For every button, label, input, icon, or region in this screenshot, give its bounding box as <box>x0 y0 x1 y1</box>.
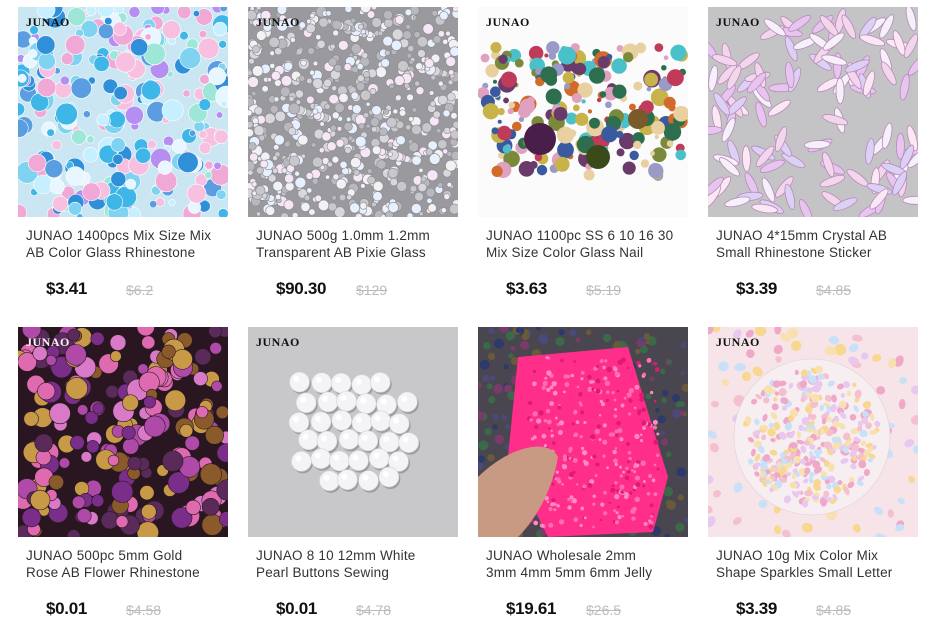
product-grid: JUNAO JUNAO 1400pcs Mix Size Mix AB Colo… <box>0 0 944 642</box>
original-price: $129 <box>356 282 388 298</box>
color-glass-rhinestone-image <box>478 7 688 217</box>
product-image[interactable] <box>478 327 688 537</box>
product-image[interactable]: JUNAO <box>478 7 688 217</box>
original-price: $4.85 <box>816 602 852 618</box>
product-title[interactable]: JUNAO 10g Mix Color Mix Shape Sparkles S… <box>716 547 916 581</box>
sale-price: $0.01 <box>276 599 318 618</box>
sale-price: $19.61 <box>506 599 557 618</box>
brand-logo: JUNAO <box>716 15 760 29</box>
brand-logo: JUNAO <box>486 15 530 29</box>
original-price: $4.58 <box>126 602 162 618</box>
product-card[interactable]: JUNAO JUNAO 500pc 5mm Gold Rose AB Flowe… <box>18 327 228 627</box>
original-price: $5.19 <box>586 282 622 298</box>
sparkles-letter-image <box>708 327 918 537</box>
product-title[interactable]: JUNAO 500g 1.0mm 1.2mm Transparent AB Pi… <box>256 227 456 261</box>
product-image[interactable]: JUNAO <box>708 327 918 537</box>
rhinestone-mix-image <box>18 7 228 217</box>
brand-logo: JUNAO <box>256 335 300 349</box>
pixie-glass-image <box>248 7 458 217</box>
flower-rhinestone-image <box>18 327 228 537</box>
pearl-buttons-image <box>248 327 458 537</box>
original-price: $26.5 <box>586 602 622 618</box>
product-title[interactable]: JUNAO 500pc 5mm Gold Rose AB Flower Rhin… <box>26 547 226 581</box>
product-title[interactable]: JUNAO 1400pcs Mix Size Mix AB Color Glas… <box>26 227 226 261</box>
product-title[interactable]: JUNAO 4*15mm Crystal AB Small Rhinestone… <box>716 227 916 261</box>
sale-price: $3.63 <box>506 279 548 298</box>
sale-price: $3.41 <box>46 279 88 298</box>
original-price: $4.85 <box>816 282 852 298</box>
product-card[interactable]: JUNAO JUNAO 8 10 12mm White Pearl Button… <box>248 327 458 627</box>
brand-logo: JUNAO <box>716 335 760 349</box>
sale-price: $3.39 <box>736 599 778 618</box>
product-title[interactable]: JUNAO 8 10 12mm White Pearl Buttons Sewi… <box>256 547 456 581</box>
product-title[interactable]: JUNAO Wholesale 2mm 3mm 4mm 5mm 6mm Jell… <box>486 547 686 581</box>
sale-price: $0.01 <box>46 599 88 618</box>
product-card[interactable]: JUNAO JUNAO 4*15mm Crystal AB Small Rhin… <box>708 7 918 307</box>
product-card[interactable]: JUNAO JUNAO 1100pc SS 6 10 16 30 Mix Siz… <box>478 7 688 307</box>
crystal-ab-sticker-image <box>708 7 918 217</box>
product-image[interactable]: JUNAO <box>18 327 228 537</box>
brand-logo: JUNAO <box>26 335 70 349</box>
product-card[interactable]: JUNAO JUNAO 10g Mix Color Mix Shape Spar… <box>708 327 918 627</box>
jelly-rhinestone-bag-image <box>478 327 688 537</box>
product-image[interactable]: JUNAO <box>18 7 228 217</box>
product-card[interactable]: JUNAO Wholesale 2mm 3mm 4mm 5mm 6mm Jell… <box>478 327 688 627</box>
brand-logo: JUNAO <box>256 15 300 29</box>
product-card[interactable]: JUNAO JUNAO 500g 1.0mm 1.2mm Transparent… <box>248 7 458 307</box>
product-image[interactable]: JUNAO <box>248 7 458 217</box>
sale-price: $3.39 <box>736 279 778 298</box>
brand-logo: JUNAO <box>26 15 70 29</box>
original-price: $4.78 <box>356 602 392 618</box>
product-card[interactable]: JUNAO JUNAO 1400pcs Mix Size Mix AB Colo… <box>18 7 228 307</box>
original-price: $6.2 <box>126 282 154 298</box>
product-image[interactable]: JUNAO <box>708 7 918 217</box>
product-image[interactable]: JUNAO <box>248 327 458 537</box>
sale-price: $90.30 <box>276 279 327 298</box>
product-title[interactable]: JUNAO 1100pc SS 6 10 16 30 Mix Size Colo… <box>486 227 686 261</box>
